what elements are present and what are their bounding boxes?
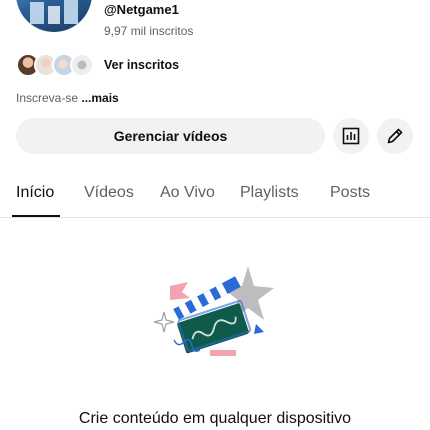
description-text: Inscreva-se — [16, 91, 82, 105]
channel-tabs: Início Vídeos Ao Vivo Playlists Posts — [0, 172, 430, 218]
subscriber-avatar — [70, 53, 94, 77]
avatar-art-block — [64, 0, 78, 24]
tab-playlists[interactable]: Playlists — [240, 184, 299, 202]
triangle-shape — [254, 324, 264, 334]
view-subscribers-link[interactable]: Ver inscritos — [104, 58, 179, 72]
avatar-art-block — [48, 6, 60, 24]
channel-description[interactable]: Inscreva-se ...mais — [16, 91, 119, 105]
tab-ao-vivo[interactable]: Ao Vivo — [160, 184, 215, 202]
tab-inicio[interactable]: Início — [16, 184, 54, 202]
analytics-icon — [342, 127, 360, 145]
subscribers-preview[interactable]: Ver inscritos — [16, 52, 179, 78]
sparkle-shape — [153, 311, 175, 333]
tab-posts[interactable]: Posts — [330, 184, 370, 202]
avatar-art-block — [30, 2, 44, 24]
active-tab-indicator — [12, 215, 60, 217]
pink-flag-shape — [170, 282, 190, 300]
tab-videos[interactable]: Vídeos — [84, 184, 134, 202]
channel-avatar[interactable] — [16, 0, 92, 32]
channel-handle: @Netgame1 — [104, 2, 179, 17]
subscriber-count: 9,97 mil inscritos — [104, 24, 194, 38]
empty-state-title: Crie conteúdo em qualquer dispositivo — [78, 410, 352, 427]
edit-channel-button[interactable] — [377, 118, 413, 154]
analytics-button[interactable] — [333, 118, 369, 154]
clapperboard-illustration — [153, 266, 274, 356]
more-link[interactable]: ...mais — [81, 91, 118, 105]
pink-bar-shape — [210, 350, 236, 356]
manage-videos-button[interactable]: Gerenciar vídeos — [16, 118, 325, 154]
pencil-icon — [387, 128, 403, 144]
